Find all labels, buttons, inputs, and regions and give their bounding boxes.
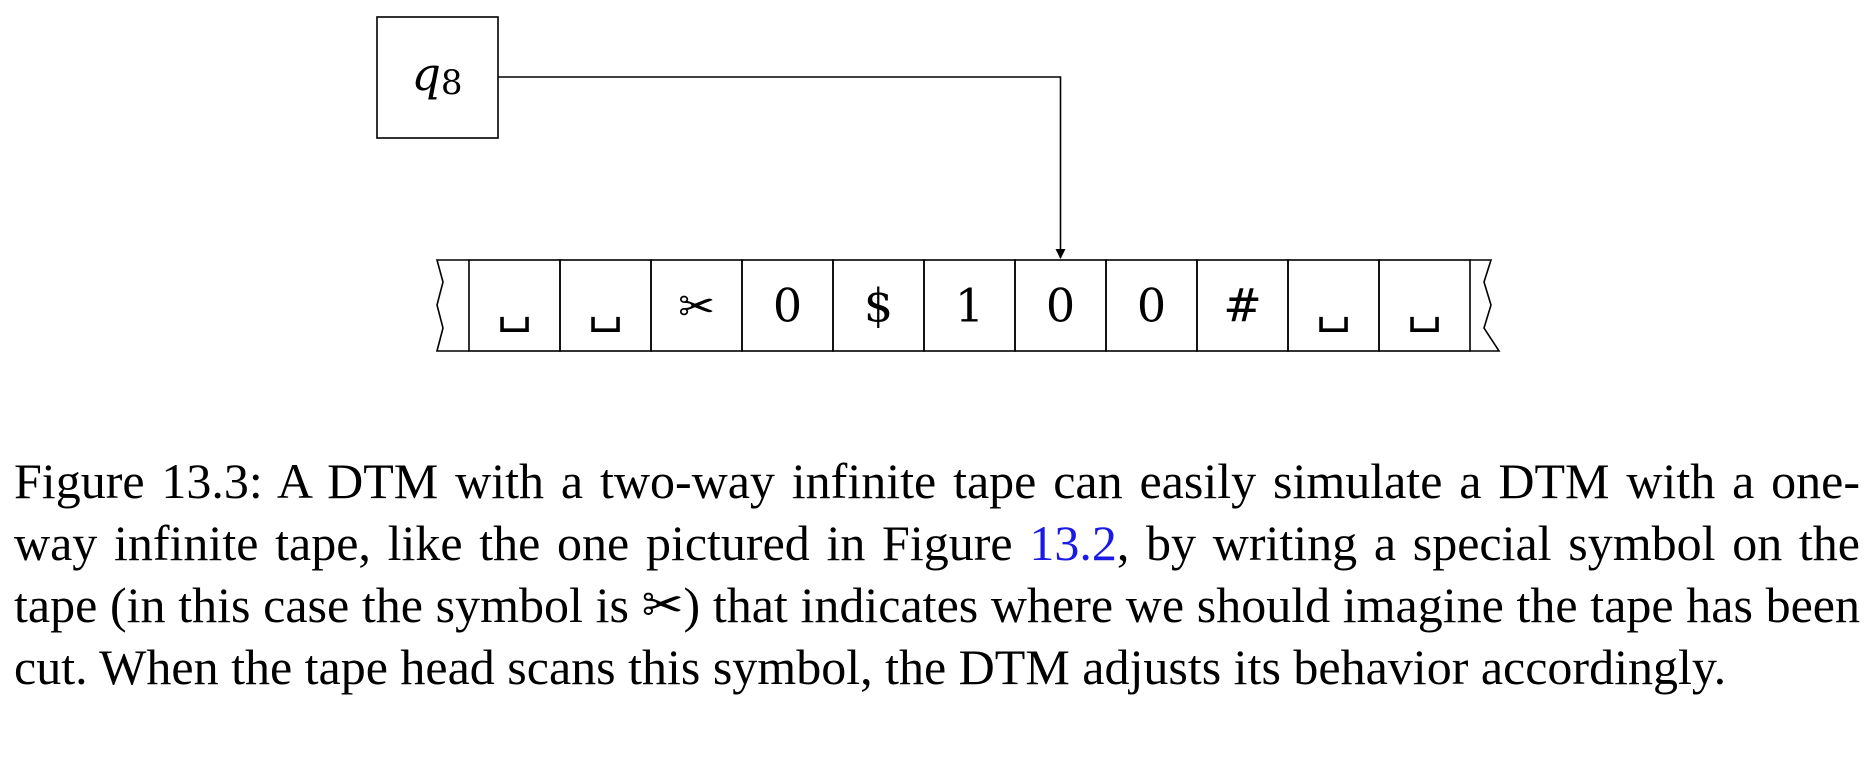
tape-cell-symbol: 0: [1046, 279, 1075, 333]
tape-cell-symbol: ␣: [497, 279, 532, 333]
tape-cell-symbol: ␣: [1316, 279, 1351, 333]
caption-label: Figure 13.3:: [14, 453, 263, 509]
tape-cell-symbol: #: [1223, 279, 1262, 333]
tape-cell-symbol: $: [864, 279, 893, 333]
tape-left-torn-edge: [435, 259, 469, 352]
tape: ␣ ␣ ✂ 0 $1 0 0 # ␣ ␣: [435, 259, 1501, 352]
tape-cell: ␣: [1378, 259, 1471, 352]
head-connector-line: [498, 76, 1066, 259]
tape-cell-symbol: 0: [1137, 279, 1166, 333]
tape-cell: 0: [741, 259, 834, 352]
tape-cell: 1: [923, 259, 1016, 352]
tape-cell: $: [832, 259, 925, 352]
state-box: q8: [376, 16, 499, 139]
state-label: q8: [411, 47, 462, 103]
tape-cell: ✂: [650, 259, 743, 352]
tape-cell-symbol: 1: [955, 279, 984, 333]
tape-cell-symbol: 0: [773, 279, 802, 333]
tape-cell: ␣: [1287, 259, 1380, 352]
tape-cell-symbol: ␣: [1407, 279, 1442, 333]
tape-cell: 0: [1014, 259, 1107, 352]
tape-cell-symbol: ␣: [588, 279, 623, 333]
tape-cell: ␣: [468, 259, 561, 352]
tape-cell: #: [1196, 259, 1289, 352]
tape-right-torn-edge: [1470, 259, 1501, 352]
figure-caption: Figure 13.3: A DTM with a two-way infini…: [14, 450, 1860, 698]
tape-cell: ␣: [559, 259, 652, 352]
turing-machine-diagram: q8 ␣ ␣ ✂ 0 $1 0 0 # ␣ ␣: [376, 16, 1501, 352]
tape-cell-symbol: ✂: [678, 282, 715, 333]
figure-reference-link[interactable]: 13.2: [1029, 515, 1117, 571]
tape-cell: 0: [1105, 259, 1198, 352]
